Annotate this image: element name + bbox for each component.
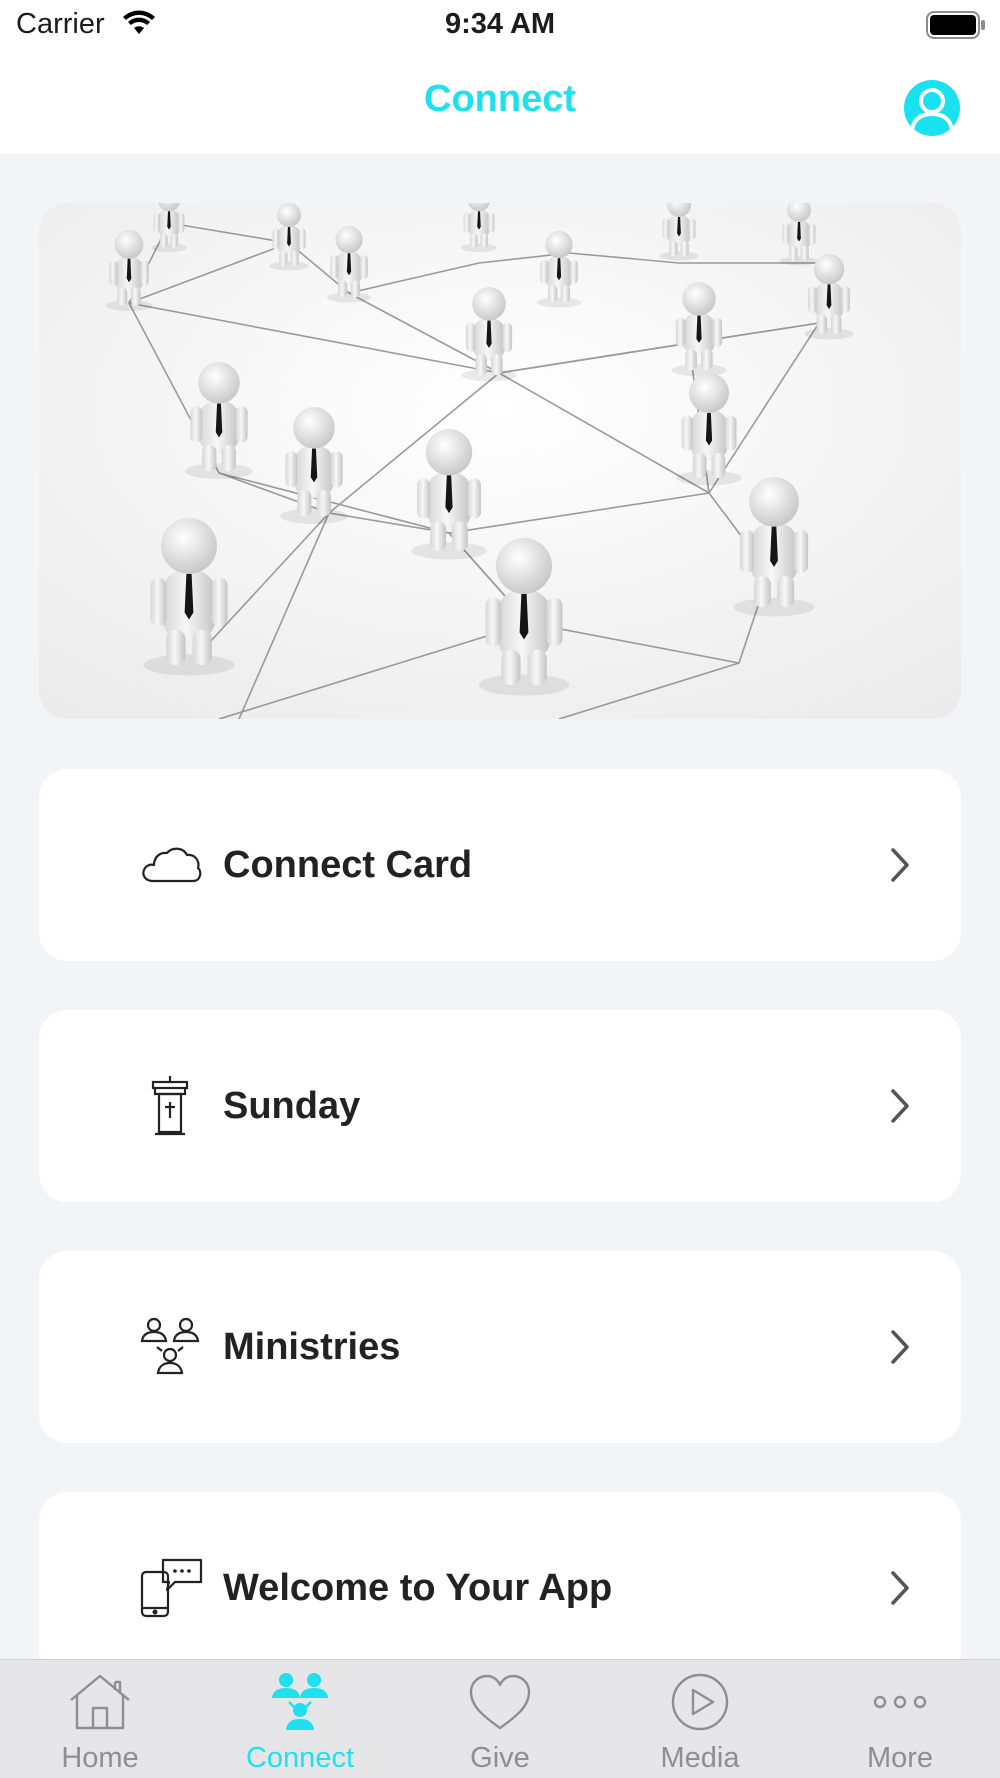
status-bar: Carrier 9:34 AM <box>0 0 1000 50</box>
chevron-right-icon <box>891 848 909 882</box>
more-icon <box>873 1695 927 1709</box>
list-item-label: Ministries <box>223 1326 401 1368</box>
cloud-icon <box>142 847 202 883</box>
list-item-label: Sunday <box>223 1085 361 1127</box>
list-item-connect-card[interactable]: Connect Card <box>39 769 961 961</box>
tab-label: Give <box>470 1742 530 1774</box>
tab-label: Media <box>660 1742 740 1774</box>
list-item-label: Connect Card <box>223 844 473 886</box>
hero-image <box>39 203 961 719</box>
user-icon <box>910 88 954 131</box>
tab-home[interactable]: Home <box>0 1660 200 1778</box>
network-of-people-illustration <box>39 203 961 719</box>
list-item-welcome[interactable]: Welcome to Your App <box>39 1492 961 1684</box>
pulpit-icon <box>151 1076 189 1136</box>
heart-icon <box>469 1674 531 1730</box>
tab-label: Connect <box>245 1742 354 1774</box>
tab-media[interactable]: Media <box>600 1660 800 1778</box>
phone-chat-icon <box>140 1558 203 1618</box>
tab-more[interactable]: More <box>800 1660 1000 1778</box>
navigation-bar: Connect <box>0 50 1000 154</box>
page-title: Connect <box>424 78 576 120</box>
group-icon <box>140 1317 200 1375</box>
tab-label: Home <box>61 1742 139 1774</box>
tab-label: More <box>866 1742 934 1774</box>
profile-button[interactable] <box>904 80 960 136</box>
tab-give[interactable]: Give <box>400 1660 600 1778</box>
list-item-sunday[interactable]: Sunday <box>39 1010 961 1202</box>
chevron-right-icon <box>891 1571 909 1605</box>
list-item-label: Welcome to Your App <box>223 1567 613 1609</box>
chevron-right-icon <box>891 1089 909 1123</box>
home-icon <box>70 1674 130 1730</box>
people-icon <box>272 1673 328 1730</box>
chevron-right-icon <box>891 1330 909 1364</box>
tab-connect[interactable]: Connect <box>200 1660 400 1778</box>
list-item-ministries[interactable]: Ministries <box>39 1251 961 1443</box>
battery-icon <box>926 11 985 39</box>
clock: 9:34 AM <box>444 8 556 40</box>
tab-bar: Home Connect Give Media More <box>0 1659 1000 1778</box>
play-icon <box>671 1673 729 1731</box>
